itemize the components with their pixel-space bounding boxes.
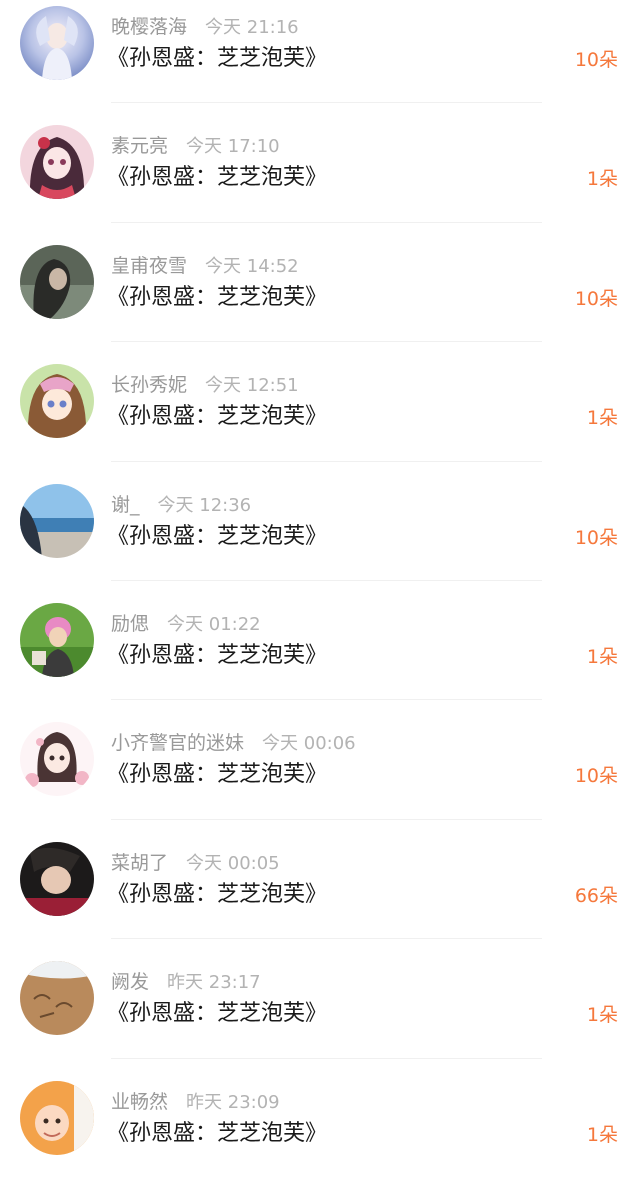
divider: [111, 579, 542, 581]
avatar[interactable]: [20, 602, 94, 677]
user-name[interactable]: 小齐警官的迷妹: [111, 728, 244, 755]
list-item[interactable]: 素元亮 今天 17:10 《孙恩盛：芝芝泡芙》 1朵: [0, 119, 640, 238]
list-item[interactable]: 小齐警官的迷妹 今天 00:06 《孙恩盛：芝芝泡芙》 10朵: [0, 716, 640, 835]
divider: [111, 102, 542, 104]
gift-count: 1朵: [586, 1123, 618, 1146]
message-text: 《孙恩盛：芝芝泡芙》: [107, 46, 328, 71]
item-meta: 阙发 昨天 23:17: [111, 967, 261, 995]
divider: [111, 221, 542, 223]
timestamp: 今天 12:51: [205, 375, 299, 397]
divider: [111, 460, 542, 462]
divider: [111, 341, 542, 343]
gift-count: 1朵: [586, 645, 618, 668]
gift-count: 1朵: [586, 407, 618, 430]
list-item[interactable]: 谢_ 今天 12:36 《孙恩盛：芝芝泡芙》 10朵: [0, 478, 640, 597]
message-text: 《孙恩盛：芝芝泡芙》: [107, 165, 328, 191]
timestamp: 今天 01:22: [167, 613, 261, 635]
message-text: 《孙恩盛：芝芝泡芙》: [107, 404, 328, 430]
item-meta: 励偲 今天 01:22: [111, 609, 261, 637]
message-text: 《孙恩盛：芝芝泡芙》: [107, 523, 328, 549]
user-name[interactable]: 谢_: [111, 490, 140, 517]
timestamp: 昨天 23:17: [167, 972, 261, 994]
item-meta: 晚樱落海 今天 21:16: [111, 12, 299, 40]
user-name[interactable]: 励偲: [111, 609, 149, 636]
divider: [111, 938, 542, 940]
user-name[interactable]: 菜胡了: [111, 848, 168, 875]
message-text: 《孙恩盛：芝芝泡芙》: [107, 642, 328, 668]
timestamp: 今天 12:36: [157, 494, 252, 516]
item-meta: 素元亮 今天 17:10: [111, 131, 280, 159]
list-item[interactable]: 阙发 昨天 23:17 《孙恩盛：芝芝泡芙》 1朵: [0, 955, 640, 1074]
gift-count: 10朵: [574, 49, 618, 71]
message-text: 《孙恩盛：芝芝泡芙》: [107, 284, 328, 310]
avatar[interactable]: [20, 722, 94, 797]
message-text: 《孙恩盛：芝芝泡芙》: [107, 1001, 328, 1027]
gift-count: 1朵: [586, 168, 618, 191]
list-item[interactable]: 励偲 今天 01:22 《孙恩盛：芝芝泡芙》 1朵: [0, 597, 640, 716]
timestamp: 今天 00:05: [186, 852, 280, 874]
avatar[interactable]: [20, 961, 94, 1036]
divider: [111, 1057, 542, 1059]
user-name[interactable]: 晚樱落海: [111, 12, 187, 39]
user-name[interactable]: 长孙秀妮: [111, 370, 187, 397]
divider: [111, 699, 542, 701]
item-meta: 菜胡了 今天 00:05: [111, 848, 280, 876]
user-name[interactable]: 素元亮: [111, 131, 168, 158]
user-name[interactable]: 业畅然: [111, 1087, 168, 1114]
list-item[interactable]: 长孙秀妮 今天 12:51 《孙恩盛：芝芝泡芙》 1朵: [0, 358, 640, 477]
avatar[interactable]: [20, 244, 94, 319]
avatar[interactable]: [20, 364, 94, 439]
avatar[interactable]: [20, 1080, 94, 1155]
avatar[interactable]: [20, 125, 94, 200]
avatar[interactable]: [20, 483, 94, 558]
list-item[interactable]: 菜胡了 今天 00:05 《孙恩盛：芝芝泡芙》 66朵: [0, 836, 640, 955]
item-meta: 业畅然 昨天 23:09: [111, 1087, 280, 1115]
user-name[interactable]: 阙发: [111, 967, 149, 994]
user-name[interactable]: 皇甫夜雪: [111, 251, 187, 278]
message-text: 《孙恩盛：芝芝泡芙》: [107, 762, 328, 788]
avatar[interactable]: [20, 6, 94, 80]
gift-record-list: 晚樱落海 今天 21:16 《孙恩盛：芝芝泡芙》 10朵 素元亮 今天 17:1…: [0, 0, 640, 1194]
list-item[interactable]: 皇甫夜雪 今天 14:52 《孙恩盛：芝芝泡芙》 10朵: [0, 239, 640, 358]
item-meta: 谢_ 今天 12:36: [111, 490, 251, 518]
gift-count: 66朵: [574, 884, 618, 907]
list-item[interactable]: 业畅然 昨天 23:09 《孙恩盛：芝芝泡芙》 1朵: [0, 1075, 640, 1194]
gift-count: 1朵: [586, 1004, 618, 1027]
avatar[interactable]: [20, 841, 94, 916]
message-text: 《孙恩盛：芝芝泡芙》: [107, 1120, 328, 1146]
timestamp: 今天 21:16: [205, 17, 299, 38]
divider: [111, 818, 542, 820]
timestamp: 今天 00:06: [262, 733, 356, 755]
list-item[interactable]: 晚樱落海 今天 21:16 《孙恩盛：芝芝泡芙》 10朵: [0, 0, 640, 119]
item-meta: 小齐警官的迷妹 今天 00:06: [111, 728, 356, 756]
item-meta: 长孙秀妮 今天 12:51: [111, 370, 299, 398]
message-text: 《孙恩盛：芝芝泡芙》: [107, 881, 328, 907]
gift-count: 10朵: [574, 765, 618, 788]
gift-count: 10朵: [574, 287, 618, 310]
timestamp: 今天 17:10: [186, 136, 280, 158]
item-meta: 皇甫夜雪 今天 14:52: [111, 251, 299, 279]
timestamp: 昨天 23:09: [186, 1091, 280, 1113]
timestamp: 今天 14:52: [205, 255, 299, 277]
gift-count: 10朵: [574, 526, 618, 549]
